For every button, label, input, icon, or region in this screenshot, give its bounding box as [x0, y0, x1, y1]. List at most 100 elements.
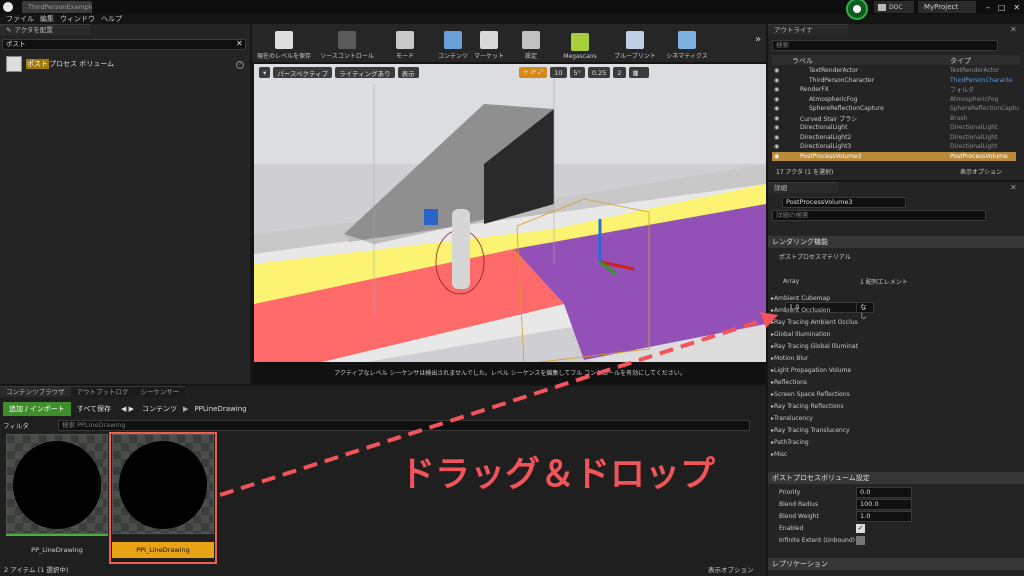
tab-content-browser[interactable]: コンテンツブラウザ — [0, 386, 71, 397]
outliner-view-options[interactable]: 表示オプション — [960, 167, 1002, 176]
outliner-row[interactable]: ◉ DirectionalLight3 DirectionalLight — [772, 142, 1016, 152]
blend-weight-row: Blend Weight 1.0 — [768, 510, 1024, 522]
category-row[interactable]: ▸ Translucency — [768, 412, 1024, 424]
content-search-input[interactable]: 検索 PPLineDrawing — [58, 420, 750, 431]
megascans-icon — [571, 33, 589, 51]
content-button[interactable]: コンテンツ — [436, 24, 470, 60]
replication-header[interactable]: レプリケーション — [768, 558, 1024, 570]
rendering-features-header[interactable]: レンダリング機能 — [768, 236, 1024, 248]
asset-label: PP_LineDrawing — [31, 546, 83, 554]
category-row[interactable]: ▸ Ray Tracing Reflections — [768, 400, 1024, 412]
add-import-button[interactable]: 追加 / インポート — [3, 402, 71, 416]
cinematics-button[interactable]: シネマティクス — [662, 24, 712, 60]
outliner-col-type[interactable]: タイプ — [950, 56, 971, 66]
marketplace-button[interactable]: マーケット — [472, 24, 506, 60]
outliner-col-label[interactable]: ラベル — [792, 56, 813, 66]
category-row[interactable]: ▸ Ambient Occlusion — [768, 304, 1024, 316]
filters-button[interactable]: フィルタ — [3, 420, 29, 430]
megascans-button[interactable]: Megascans — [560, 24, 600, 60]
save-level-button[interactable]: 現在のレベルを保存 — [256, 24, 312, 60]
outliner-row[interactable]: ◉ DirectionalLight DirectionalLight — [772, 123, 1016, 133]
asset-pp-linedrawing[interactable] — [6, 434, 108, 534]
category-row[interactable]: ▸ PathTracing — [768, 436, 1024, 448]
transform-tools[interactable]: ✛ ⟳ ⤢ — [519, 67, 548, 78]
minimize-icon[interactable]: – — [986, 3, 990, 12]
blend-radius-field[interactable]: 100.0 — [856, 498, 912, 510]
outliner-row[interactable]: ◉ TextRenderActor TextRenderActor — [772, 66, 1016, 76]
save-all-button[interactable]: すべて保存 — [77, 404, 111, 414]
category-row[interactable]: ▸ Global Illumination — [768, 328, 1024, 340]
category-row[interactable]: ▸ Light Propagation Volume — [768, 364, 1024, 376]
menu-file[interactable]: ファイル — [6, 14, 34, 24]
doc-button[interactable]: DOC — [874, 1, 914, 13]
source-control-button[interactable]: ソースコントロール — [316, 24, 378, 60]
menu-window[interactable]: ウィンドウ — [60, 14, 95, 24]
path-folder[interactable]: PPLineDrawing — [194, 405, 246, 413]
modes-button[interactable]: モード — [390, 24, 420, 60]
outliner-row[interactable]: ◉ ThirdPersonCharacter ThirdPersonCharacte — [772, 76, 1016, 86]
outliner-row[interactable]: ◉ DirectionalLight2 DirectionalLight — [772, 133, 1016, 143]
outliner-search[interactable]: 検索 — [772, 40, 998, 51]
clear-search-icon[interactable]: ✕ — [236, 39, 243, 48]
close-icon[interactable]: ✕ — [1013, 3, 1020, 12]
category-row[interactable]: ▸ Ray Tracing Ambient Occlus — [768, 316, 1024, 328]
show-button[interactable]: 表示 — [397, 67, 419, 78]
blend-weight-field[interactable]: 1.0 — [856, 510, 912, 522]
category-row[interactable]: ▸ Ray Tracing Global Illuminat — [768, 340, 1024, 352]
details-search[interactable]: 詳細の検索 — [772, 210, 986, 221]
asset-ppi-linedrawing[interactable] — [112, 434, 214, 534]
maximize-icon[interactable]: □ — [998, 3, 1006, 12]
blueprints-button[interactable]: ブループリント — [610, 24, 660, 60]
nav-back-forward-icon[interactable]: ◀ ▶ — [121, 405, 134, 413]
menu-edit[interactable]: 編集 — [40, 14, 54, 24]
category-row[interactable]: ▸ Reflections — [768, 376, 1024, 388]
lighting-button[interactable]: ライティングあり — [335, 67, 395, 78]
settings-button[interactable]: 設定 — [518, 24, 544, 60]
level-viewport[interactable]: ▾ パースペクティブ ライティングあり 表示 ✛ ⟳ ⤢ 10 5° 0.25 … — [254, 64, 766, 384]
pp-materials-row[interactable]: ポストプロセスマテリアル — [768, 250, 1024, 262]
path-root[interactable]: コンテンツ — [142, 404, 177, 414]
help-icon[interactable]: ? — [236, 61, 244, 69]
enabled-row: Enabled ✓ — [779, 523, 865, 533]
ppv-settings-header[interactable]: ポストプロセスボリューム設定 — [768, 472, 1024, 484]
category-row[interactable]: ▸ Misc — [768, 448, 1024, 460]
outliner-row[interactable]: ◉ AtmosphericFog AtmosphericFog — [772, 95, 1016, 105]
category-row[interactable]: ▸ Motion Blur — [768, 352, 1024, 364]
layout-icon[interactable]: ▦ — [628, 67, 649, 78]
actor-name-field[interactable]: PostProcessVolume3 — [782, 197, 906, 208]
perspective-button[interactable]: パースペクティブ — [273, 67, 333, 78]
actor-result-postprocess-volume[interactable]: ポスト プロセス ボリューム — [6, 56, 246, 72]
outliner-close-icon[interactable]: ✕ — [1010, 25, 1017, 34]
tab-outliner[interactable]: アウトライナ — [768, 24, 848, 35]
tab-details[interactable]: 詳細 — [768, 182, 838, 193]
outliner-row[interactable]: ◉ RenderFX フォルダ — [772, 85, 1016, 95]
tab-place-actors[interactable]: ✎ アクタを配置 — [0, 24, 90, 35]
toolbar-more-icon[interactable]: » — [755, 34, 761, 45]
viewport-menu-button[interactable]: ▾ — [259, 67, 271, 78]
content-view-options[interactable]: 表示オプション — [708, 564, 754, 574]
category-row[interactable]: ▸ Ambient Cubemap — [768, 292, 1024, 304]
snap-angle[interactable]: 5° — [569, 67, 585, 78]
details-close-icon[interactable]: ✕ — [1010, 183, 1017, 192]
priority-field[interactable]: 0.0 — [856, 486, 912, 498]
level-tab[interactable]: ThirdPersonExampleMap — [22, 1, 92, 13]
tab-sequencer[interactable]: シーケンサー — [134, 386, 186, 397]
viewport-toolbar-right: ✛ ⟳ ⤢ 10 5° 0.25 2 ▦ — [519, 67, 652, 78]
visibility-icon[interactable]: ◉ — [774, 67, 779, 74]
outliner-row[interactable]: ◉ SphereReflectionCapture SphereReflection… — [772, 104, 1019, 114]
infinite-extent-checkbox[interactable] — [856, 535, 865, 545]
menu-help[interactable]: ヘルプ — [101, 14, 122, 24]
snap-grid[interactable]: 10 — [550, 67, 567, 78]
asset-label-selected: PPI_LineDrawing — [112, 542, 214, 558]
category-row[interactable]: ▸ Screen Space Reflections — [768, 388, 1024, 400]
place-actors-search[interactable]: ポスト — [2, 39, 246, 50]
unreal-logo-icon[interactable] — [3, 2, 13, 12]
category-row[interactable]: ▸ Ray Tracing Translucency — [768, 424, 1024, 436]
source-status-icon[interactable] — [846, 0, 868, 20]
camera-speed[interactable]: 2 — [613, 67, 626, 78]
outliner-row[interactable]: ◉ Curved Stair ブラシ Brush — [772, 114, 1016, 124]
tab-output-log[interactable]: アウトプットログ — [70, 386, 135, 397]
snap-scale[interactable]: 0.25 — [587, 67, 611, 78]
enabled-checkbox[interactable]: ✓ — [856, 523, 865, 533]
outliner-row-selected[interactable]: ◉ PostProcessVolume3 PostProcessVolume — [772, 151, 1016, 161]
